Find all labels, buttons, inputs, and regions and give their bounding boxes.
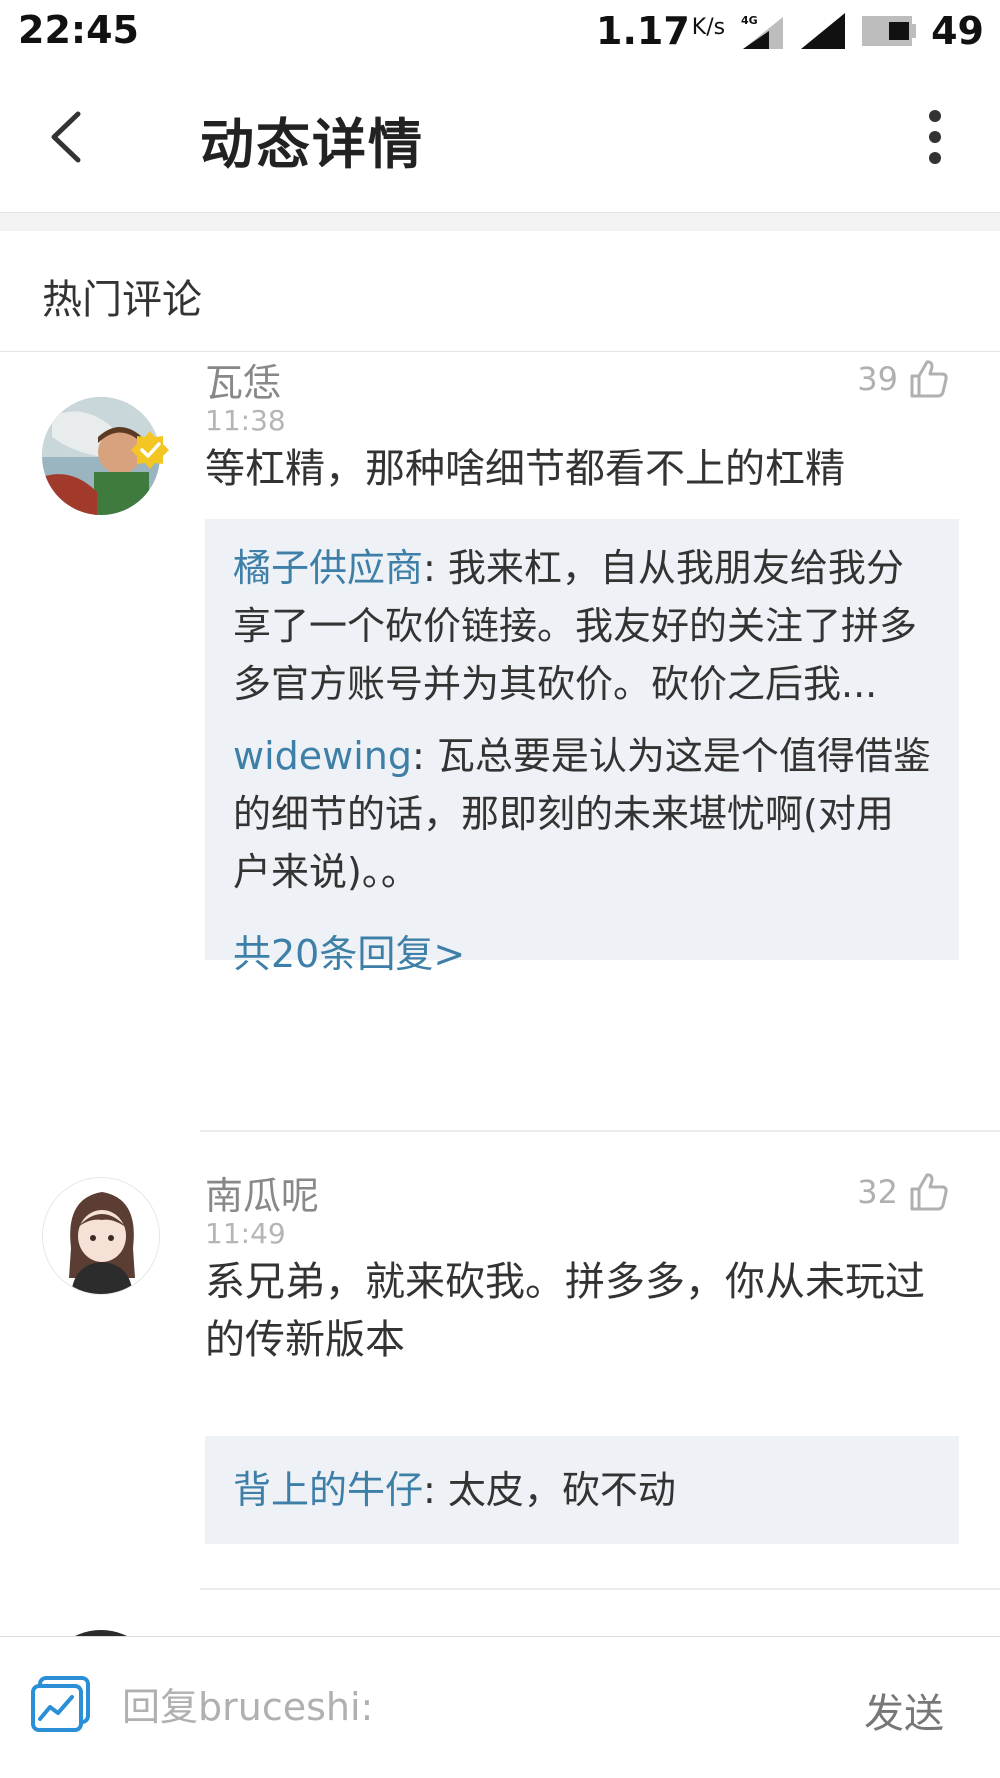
reply-separator: : [423, 1468, 448, 1512]
comment-time: 11:49 [205, 1217, 286, 1250]
hot-comments-header: 热门评论 [0, 231, 1000, 352]
more-vertical-icon [929, 110, 941, 164]
like-count: 32 [857, 1173, 898, 1211]
reply-item[interactable]: 橘子供应商: 我来杠，自从我朋友给我分享了一个砍价链接。我友好的关注了拼多多官方… [205, 539, 959, 713]
image-chart-icon[interactable] [30, 1675, 92, 1737]
comment-divider [200, 1130, 1000, 1132]
back-button[interactable] [34, 102, 104, 172]
reply-item[interactable]: widewing: 瓦总要是认为这是个值得借鉴的细节的话，那即刻的未来堪忧啊(对… [205, 727, 959, 901]
reply-separator: : [423, 546, 448, 590]
thumbs-up-icon [910, 360, 948, 398]
comment-time: 11:38 [205, 404, 286, 437]
verified-badge-icon [131, 431, 169, 469]
status-bar: 22:45 1.17K/s 4G 49 [0, 0, 1000, 62]
top-nav-bar: 动态详情 [0, 62, 1000, 213]
like-count: 39 [857, 360, 898, 398]
network-speed-value: 1.17 [596, 9, 690, 53]
comment-author[interactable]: 瓦恁 [205, 352, 281, 407]
comment-author[interactable]: 南瓜呢 [205, 1165, 319, 1220]
network-speed: 1.17K/s [596, 9, 725, 53]
thumbs-up-icon [910, 1173, 948, 1211]
reply-box[interactable]: 橘子供应商: 我来杠，自从我朋友给我分享了一个砍价链接。我友好的关注了拼多多官方… [205, 519, 959, 976]
send-button[interactable]: 发送 [864, 1681, 944, 1739]
reply-text: 太皮，砍不动 [447, 1468, 676, 1512]
status-indicators: 1.17K/s 4G 49 [596, 6, 984, 56]
network-type-label: 4G [741, 14, 758, 27]
avatar[interactable] [42, 1177, 160, 1295]
reply-item[interactable]: 背上的牛仔: 太皮，砍不动 [205, 1461, 959, 1519]
hot-comments-title: 热门评论 [42, 277, 202, 323]
battery-level: 49 [931, 9, 984, 53]
like-button[interactable]: 32 [857, 1167, 950, 1217]
view-all-replies-link[interactable]: 共20条回复> [205, 923, 959, 978]
status-time: 22:45 [18, 8, 139, 52]
avatar-image [43, 1178, 159, 1294]
comment-text: 系兄弟，就来砍我。拼多多，你从未玩过的传新版本 [205, 1259, 925, 1363]
reply-input[interactable] [122, 1677, 822, 1737]
comment-item: 瓦恁 11:38 39 等杠精，那种啥细节都看不上的杠精 橘子供应商: 我来杠，… [0, 352, 1000, 1132]
page-title: 动态详情 [200, 113, 424, 176]
like-button[interactable]: 39 [857, 354, 950, 404]
section-separator [0, 213, 1000, 231]
reply-author[interactable]: widewing [233, 734, 412, 778]
reply-separator: : [411, 734, 437, 778]
cell-signal-icon [801, 13, 846, 49]
comment-item: 南瓜呢 11:49 32 系兄弟，就来砍我。拼多多，你从未玩过的传新版本 背上的… [0, 1173, 1000, 1595]
reply-box[interactable]: 背上的牛仔: 太皮，砍不动 [205, 1436, 959, 1544]
reply-author[interactable]: 橘子供应商 [233, 546, 423, 590]
comment-text: 等杠精，那种啥细节都看不上的杠精 [205, 446, 845, 492]
more-options-button[interactable] [910, 102, 960, 172]
network-speed-unit: K/s [691, 15, 726, 40]
4g-signal-icon: 4G [741, 14, 784, 49]
chevron-left-icon [51, 111, 81, 163]
reply-input-bar: 发送 [0, 1636, 1000, 1778]
reply-author[interactable]: 背上的牛仔 [233, 1468, 423, 1512]
battery-icon [862, 16, 917, 46]
comment-divider [200, 1588, 1000, 1590]
